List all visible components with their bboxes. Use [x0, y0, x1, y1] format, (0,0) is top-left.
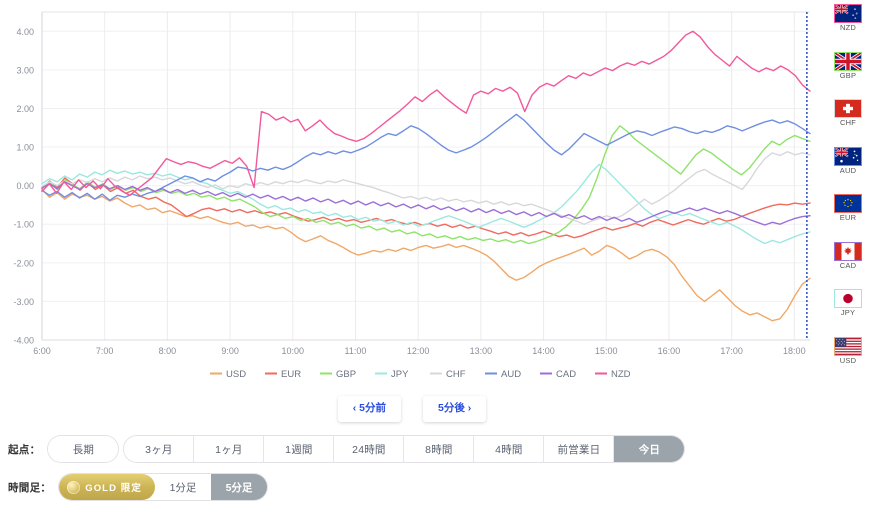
- x-axis-tick-label: 15:00: [595, 346, 618, 356]
- flag-cell-jpy[interactable]: JPY: [826, 289, 870, 317]
- prev-5min-button[interactable]: ‹ 5分前: [337, 396, 401, 422]
- timeframe-option-0[interactable]: 1分足: [155, 474, 211, 500]
- y-axis-tick-label: -1.00: [13, 220, 34, 230]
- gold-plan-badge[interactable]: GOLD 限定: [59, 474, 155, 500]
- flag-code-label: GBP: [839, 70, 857, 80]
- x-axis-tick-label: 17:00: [720, 346, 743, 356]
- flag-cell-chf[interactable]: CHF: [826, 99, 870, 127]
- origin-option-5[interactable]: 8時間: [404, 436, 475, 462]
- legend-label-nzd: NZD: [611, 369, 631, 380]
- x-axis-tick-label: 7:00: [96, 346, 114, 356]
- flag-code-label: AUD: [839, 165, 857, 175]
- origin-selector-row: 起点： 長期 3ヶ月 1ヶ月 1週間 24時間 8時間 4時間 前営業日 今日: [8, 436, 685, 462]
- flag-icon-nzd: [834, 4, 862, 23]
- flag-icon-cad: [834, 241, 862, 261]
- chart-container: 4.00 3.00 2.00 1.00 0.00 -1.00 -2.00 -3.00 -4.00…: [0, 0, 824, 392]
- y-axis-tick-label: 1.00: [16, 143, 34, 153]
- x-axis-tick-label: 8:00: [159, 346, 177, 356]
- gold-medal-icon: [67, 480, 81, 494]
- y-axis-tick-label: -4.00: [13, 336, 34, 346]
- x-axis-tick-label: 14:00: [532, 346, 555, 356]
- timeframe-options-group: GOLD 限定 1分足 5分足: [59, 474, 267, 500]
- y-axis-tick-label: 2.00: [16, 104, 34, 114]
- flag-cell-eur[interactable]: EUR: [826, 194, 870, 222]
- legend-label-cad: CAD: [556, 369, 576, 380]
- y-axis-tick-label: -3.00: [13, 297, 34, 307]
- y-axis-tick-label: 4.00: [16, 27, 34, 37]
- flag-icon-chf: [834, 99, 862, 118]
- flag-code-label: EUR: [839, 213, 857, 222]
- origin-option-4[interactable]: 24時間: [334, 436, 405, 462]
- flag-cell-gbp[interactable]: GBP: [826, 51, 870, 80]
- currency-ranking-rail: NZD GBP CHF AUD EUR CAD JPY USD: [824, 4, 872, 364]
- legend-label-aud: AUD: [501, 369, 521, 380]
- y-axis-tick-label: -2.00: [13, 258, 34, 268]
- origin-option-3[interactable]: 1週間: [264, 436, 335, 462]
- origin-long-term-group: 長期: [48, 436, 119, 462]
- y-axis-tick-label: 3.00: [16, 65, 34, 75]
- flag-cell-aud[interactable]: AUD: [826, 146, 870, 175]
- y-axis-tick-label: 0.00: [16, 181, 34, 191]
- flag-code-label: JPY: [840, 308, 856, 317]
- x-axis-tick-label: 6:00: [33, 346, 51, 356]
- x-axis-tick-label: 12:00: [407, 346, 430, 356]
- flag-code-label: USD: [839, 355, 857, 365]
- strength-line-chart: 4.00 3.00 2.00 1.00 0.00 -1.00 -2.00 -3.00 -4.00…: [13, 11, 811, 380]
- flag-code-label: NZD: [839, 23, 856, 32]
- flag-icon-jpy: [834, 289, 862, 308]
- origin-option-8[interactable]: 今日: [614, 436, 685, 462]
- origin-label: 起点：: [8, 443, 41, 456]
- x-axis-tick-label: 10:00: [282, 346, 305, 356]
- timeframe-selector-row: 時間足： GOLD 限定 1分足 5分足: [8, 474, 267, 500]
- flag-cell-cad[interactable]: CAD: [826, 241, 870, 270]
- chart-navigation: ‹ 5分前 5分後 ›: [0, 396, 824, 422]
- origin-option-7[interactable]: 前営業日: [544, 436, 615, 462]
- plot-background: [42, 12, 810, 340]
- origin-option-0[interactable]: 長期: [48, 436, 119, 462]
- currency-strength-chart-page: 4.00 3.00 2.00 1.00 0.00 -1.00 -2.00 -3.00 -4.00…: [0, 0, 872, 513]
- next-5min-button[interactable]: 5分後 ›: [423, 396, 487, 422]
- flag-code-label: CHF: [839, 118, 856, 127]
- x-axis-tick-label: 11:00: [345, 346, 367, 356]
- flag-cell-nzd[interactable]: NZD: [826, 4, 870, 32]
- x-axis-tick-label: 16:00: [658, 346, 681, 356]
- x-axis-tick-label: 9:00: [221, 346, 239, 356]
- origin-options-group: 3ヶ月 1ヶ月 1週間 24時間 8時間 4時間 前営業日 今日: [124, 436, 685, 462]
- flag-cell-usd[interactable]: USD: [826, 336, 870, 365]
- flag-code-label: CAD: [839, 260, 857, 270]
- flag-icon-gbp: [834, 51, 862, 71]
- flag-icon-usd: [834, 336, 862, 356]
- origin-option-2[interactable]: 1ヶ月: [194, 436, 265, 462]
- chart-legend: USD EUR GBP JPY CHF AUD CAD NZD: [210, 369, 631, 380]
- flag-icon-eur: [834, 194, 862, 213]
- origin-option-1[interactable]: 3ヶ月: [124, 436, 195, 462]
- x-axis-tick-label: 13:00: [470, 346, 493, 356]
- legend-label-chf: CHF: [446, 369, 466, 380]
- legend-label-gbp: GBP: [336, 369, 356, 380]
- legend-label-usd: USD: [226, 369, 246, 380]
- x-axis-tick-label: 18:00: [783, 346, 806, 356]
- timeframe-label: 時間足：: [8, 481, 52, 494]
- origin-option-6[interactable]: 4時間: [474, 436, 545, 462]
- timeframe-option-1[interactable]: 5分足: [211, 474, 267, 500]
- flag-icon-aud: [834, 146, 862, 166]
- legend-label-jpy: JPY: [391, 369, 409, 380]
- gold-badge-label: GOLD 限定: [85, 483, 142, 494]
- legend-label-eur: EUR: [281, 369, 301, 380]
